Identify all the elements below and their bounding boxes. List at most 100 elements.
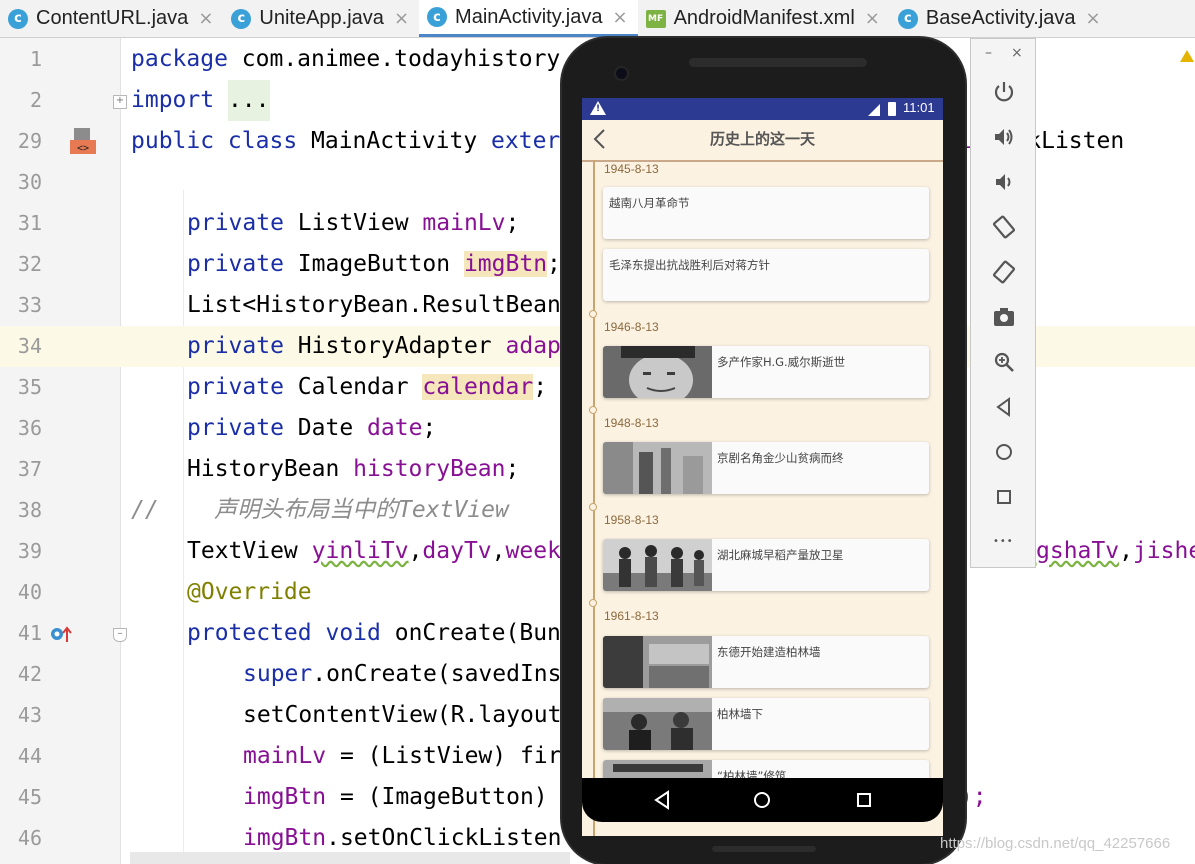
line-number: 32 bbox=[17, 252, 42, 276]
timeline-dot bbox=[589, 310, 597, 318]
code-text[interactable]: import ... bbox=[131, 80, 270, 121]
close-icon[interactable]: × bbox=[198, 8, 213, 29]
tab-contenturl[interactable]: c ContentURL.java × bbox=[0, 0, 223, 37]
tab-androidmanifest[interactable]: MF AndroidManifest.xml × bbox=[638, 0, 890, 37]
event-title: 越南八月革命节 bbox=[609, 196, 690, 210]
code-text[interactable]: imgBtn = (ImageButton) bbox=[243, 777, 548, 818]
rotate-right-icon[interactable] bbox=[991, 259, 1017, 285]
volume-down-icon[interactable] bbox=[991, 169, 1017, 195]
event-card[interactable]: 京剧名角金少山贫病而终 bbox=[603, 442, 929, 494]
horizontal-scrollbar[interactable] bbox=[130, 852, 570, 864]
event-date: 1948-8-13 bbox=[604, 416, 659, 430]
home-icon[interactable] bbox=[991, 439, 1017, 465]
tab-label: MainActivity.java bbox=[455, 5, 603, 28]
event-date: 1958-8-13 bbox=[604, 513, 659, 527]
close-button[interactable]: × bbox=[1011, 45, 1023, 61]
device-screen[interactable]: ! 11:01 历史上的这一天 1945-8-13 越南八月革命节 毛泽东提出抗… bbox=[582, 98, 943, 836]
line-number: 46 bbox=[17, 826, 42, 850]
line-number: 35 bbox=[17, 375, 42, 399]
back-icon[interactable] bbox=[991, 394, 1017, 420]
tab-label: AndroidManifest.xml bbox=[673, 7, 855, 29]
event-card[interactable]: 湖北麻城早稻产量放卫星 bbox=[603, 539, 929, 591]
event-date: 1945-8-13 bbox=[604, 162, 659, 176]
camera-icon[interactable] bbox=[991, 304, 1017, 330]
tab-label: BaseActivity.java bbox=[925, 7, 1076, 29]
code-text[interactable]: setContentView(R.layout bbox=[243, 695, 562, 736]
code-text[interactable]: private ImageButton imgBtn; bbox=[187, 244, 561, 285]
event-title: 毛泽东提出抗战胜利后对蒋方针 bbox=[609, 258, 770, 272]
event-card[interactable]: 越南八月革命节 bbox=[603, 187, 929, 239]
code-text[interactable]: mainLv = (ListView) fir bbox=[243, 736, 562, 777]
code-text[interactable]: protected void onCreate(Bun bbox=[187, 613, 561, 654]
timeline-dot bbox=[589, 406, 597, 414]
layout-file-icon[interactable]: <> bbox=[70, 128, 98, 154]
app-title: 历史上的这一天 bbox=[709, 130, 815, 148]
nav-recents-icon[interactable] bbox=[852, 788, 876, 812]
close-icon[interactable]: × bbox=[394, 8, 409, 29]
signal-icon bbox=[868, 104, 880, 116]
event-card[interactable]: 毛泽东提出抗战胜利后对蒋方针 bbox=[603, 249, 929, 301]
close-icon[interactable]: × bbox=[1086, 8, 1101, 29]
code-comment[interactable]: // 声明头布局当中的TextView bbox=[131, 490, 509, 531]
override-method-icon[interactable] bbox=[50, 625, 74, 643]
code-text[interactable]: super.onCreate(savedIns bbox=[243, 654, 562, 695]
emulator-controls-panel: – × ••• bbox=[970, 38, 1036, 568]
status-time: 11:01 bbox=[903, 100, 935, 115]
event-title: 多产作家H.G.威尔斯逝世 bbox=[717, 355, 846, 369]
rotate-left-icon[interactable] bbox=[991, 214, 1017, 240]
zoom-icon[interactable] bbox=[991, 349, 1017, 375]
event-card[interactable]: 东德开始建造柏林墙 bbox=[603, 636, 929, 688]
line-number: 40 bbox=[17, 580, 42, 604]
volume-up-icon[interactable] bbox=[991, 124, 1017, 150]
code-text[interactable]: package com.animee.todayhistory bbox=[131, 39, 560, 80]
tab-uniteapp[interactable]: c UniteApp.java × bbox=[223, 0, 419, 37]
editor-tab-bar: c ContentURL.java × c UniteApp.java × c … bbox=[0, 0, 1195, 38]
event-date: 1961-8-13 bbox=[604, 609, 659, 623]
code-text-right[interactable]: gshaTv,jishe bbox=[1036, 531, 1195, 572]
code-text[interactable]: private HistoryAdapter adap bbox=[187, 326, 561, 367]
code-text[interactable]: private ListView mainLv; bbox=[187, 203, 519, 244]
nav-back-icon[interactable] bbox=[650, 788, 674, 812]
code-text[interactable]: List<HistoryBean.ResultBean bbox=[187, 285, 561, 326]
warning-icon[interactable] bbox=[1180, 50, 1194, 62]
nav-home-icon[interactable] bbox=[750, 788, 774, 812]
event-date: 1946-8-13 bbox=[604, 320, 659, 334]
code-text[interactable]: private Calendar calendar; bbox=[187, 367, 547, 408]
more-icon[interactable]: ••• bbox=[993, 529, 1019, 555]
line-number: 39 bbox=[17, 539, 42, 563]
event-thumbnail bbox=[603, 539, 712, 591]
timeline-dot bbox=[589, 503, 597, 511]
close-icon[interactable]: × bbox=[865, 8, 880, 29]
close-icon[interactable]: × bbox=[612, 7, 627, 28]
app-bar: 历史上的这一天 bbox=[582, 120, 943, 162]
timeline-dot bbox=[589, 599, 597, 607]
line-number: 38 bbox=[17, 498, 42, 522]
power-icon[interactable] bbox=[991, 79, 1017, 105]
tab-mainactivity[interactable]: c MainActivity.java × bbox=[419, 0, 638, 37]
event-title: 湖北麻城早稻产量放卫星 bbox=[717, 548, 844, 562]
class-icon: c bbox=[8, 8, 28, 29]
class-icon: c bbox=[897, 8, 918, 29]
line-number: 1 bbox=[29, 47, 42, 71]
code-text[interactable]: TextView yinliTv,dayTv,week bbox=[187, 531, 561, 572]
tab-baseactivity[interactable]: c BaseActivity.java × bbox=[890, 0, 1111, 37]
minimize-button[interactable]: – bbox=[985, 45, 992, 61]
class-icon: c bbox=[427, 7, 448, 27]
code-text[interactable]: HistoryBean historyBean; bbox=[187, 449, 519, 490]
event-card[interactable]: 柏林墙下 bbox=[603, 698, 929, 750]
fold-expand-icon[interactable]: + bbox=[113, 95, 127, 109]
event-thumbnail bbox=[603, 346, 712, 398]
timeline-line bbox=[593, 160, 595, 836]
battery-icon bbox=[888, 102, 896, 116]
event-title: 柏林墙下 bbox=[717, 707, 763, 721]
fold-collapse-icon[interactable]: – bbox=[113, 628, 127, 642]
emulator-device: ! 11:01 历史上的这一天 1945-8-13 越南八月革命节 毛泽东提出抗… bbox=[562, 38, 965, 864]
event-card[interactable]: 多产作家H.G.威尔斯逝世 bbox=[603, 346, 929, 398]
overview-icon[interactable] bbox=[991, 484, 1017, 510]
code-text[interactable]: public class MainActivity exter bbox=[131, 121, 560, 162]
line-number: 33 bbox=[17, 293, 42, 317]
event-title: 京剧名角金少山贫病而终 bbox=[717, 451, 844, 465]
code-text[interactable]: private Date date; bbox=[187, 408, 436, 449]
line-number: 44 bbox=[17, 744, 42, 768]
code-annotation[interactable]: @Override bbox=[187, 572, 312, 613]
